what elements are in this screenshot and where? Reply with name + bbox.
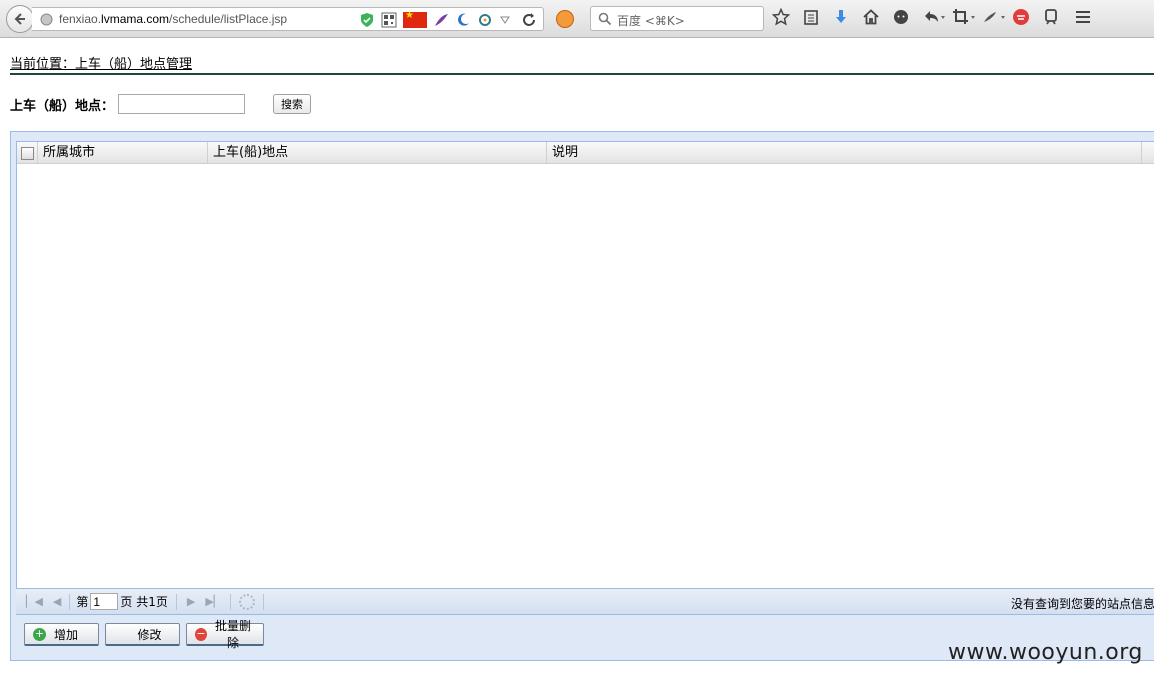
search-placeholder: 百度 <⌘K>	[617, 14, 685, 28]
column-header-city[interactable]: 所属城市	[38, 142, 208, 164]
reading-list-icon[interactable]	[802, 8, 820, 26]
add-button[interactable]: + 增加	[24, 623, 99, 646]
data-grid: 所属城市 上车(船)地点 说明	[16, 141, 1154, 615]
star-icon[interactable]	[771, 7, 791, 26]
last-page-icon[interactable]: ▶▏	[205, 595, 222, 608]
url-bar[interactable]: fenxiao.lvmama.com/schedule/listPlace.js…	[32, 7, 544, 31]
grid-panel: 所属城市 上车(船)地点 说明 ▏◀ ◀ 第 页 共1页 ▶ ▶▏ 没有查询到您…	[10, 131, 1154, 661]
plus-icon: +	[33, 626, 46, 641]
add-button-label: 增加	[54, 627, 79, 642]
home-icon[interactable]	[862, 8, 880, 26]
batch-delete-label: 批量删除	[214, 619, 251, 650]
minus-icon: −	[195, 626, 207, 641]
column-header-place[interactable]: 上车(船)地点	[208, 142, 547, 164]
pager-separator	[230, 593, 232, 610]
train-icon[interactable]	[1042, 8, 1060, 26]
reload-icon[interactable]	[521, 12, 537, 28]
grid-header: 所属城市 上车(船)地点 说明	[17, 142, 1154, 164]
brush-icon[interactable]	[982, 8, 1005, 26]
search-button[interactable]: 搜索	[273, 94, 312, 114]
edit-button[interactable]: 修改	[105, 623, 180, 646]
refresh-icon[interactable]	[239, 593, 256, 610]
watermark: www.wooyun.org	[948, 640, 1143, 665]
menu-icon[interactable]	[1072, 8, 1090, 26]
puzzle-icon[interactable]	[477, 12, 493, 28]
header-select-all[interactable]	[17, 142, 38, 164]
url-text: fenxiao.lvmama.com/schedule/listPlace.js…	[59, 12, 288, 26]
edit-button-label: 修改	[137, 627, 162, 642]
download-icon[interactable]	[832, 8, 850, 26]
search-form: 上车（船）地点： 搜索	[10, 92, 312, 116]
browser-toolbar: fenxiao.lvmama.com/schedule/listPlace.js…	[0, 0, 1154, 38]
first-page-icon[interactable]: ▏◀	[26, 595, 43, 608]
globe-icon	[40, 13, 53, 26]
prev-page-icon[interactable]: ◀	[53, 595, 61, 608]
column-header-description[interactable]: 说明	[547, 142, 1142, 164]
record-icon[interactable]	[1012, 8, 1030, 26]
page-suffix: 页 共1页	[120, 595, 168, 609]
url-extension-icons	[359, 10, 537, 29]
shield-icon[interactable]	[359, 12, 375, 28]
batch-delete-button[interactable]: − 批量删除	[186, 619, 264, 650]
magnifier-icon	[598, 12, 612, 26]
select-all-checkbox[interactable]	[20, 146, 34, 160]
chat-icon[interactable]	[892, 8, 910, 26]
moon-icon[interactable]	[455, 12, 471, 28]
qr-code-icon[interactable]	[381, 12, 397, 28]
feather-icon[interactable]	[433, 12, 449, 28]
back-arrow-icon	[14, 13, 25, 25]
page-prefix: 第	[76, 595, 89, 609]
undo-icon[interactable]	[922, 8, 945, 26]
action-buttons: + 增加 修改 − 批量删除	[24, 619, 264, 650]
blocker-icon[interactable]	[556, 10, 574, 28]
pager-status-message: 没有查询到您要的站点信息	[1010, 597, 1154, 611]
back-button[interactable]	[6, 5, 34, 33]
breadcrumb: 当前位置：上车（船）地点管理	[10, 56, 1154, 75]
page-number-input[interactable]	[90, 593, 119, 610]
crop-icon[interactable]	[952, 8, 975, 26]
pagination-bar: ▏◀ ◀ 第 页 共1页 ▶ ▶▏ 没有查询到您要的站点信息	[16, 588, 1154, 614]
dropdown-triangle-icon[interactable]	[499, 12, 515, 28]
pager-separator	[175, 593, 177, 610]
place-search-input[interactable]	[118, 94, 246, 114]
china-flag-icon[interactable]	[403, 10, 427, 28]
browser-search-bar[interactable]: 百度 <⌘K>	[590, 6, 764, 31]
browser-action-icons	[771, 7, 1090, 26]
search-label: 上车（船）地点：	[10, 98, 115, 114]
pager-separator	[69, 593, 71, 610]
pager-separator	[263, 593, 265, 610]
next-page-icon[interactable]: ▶	[187, 595, 195, 608]
